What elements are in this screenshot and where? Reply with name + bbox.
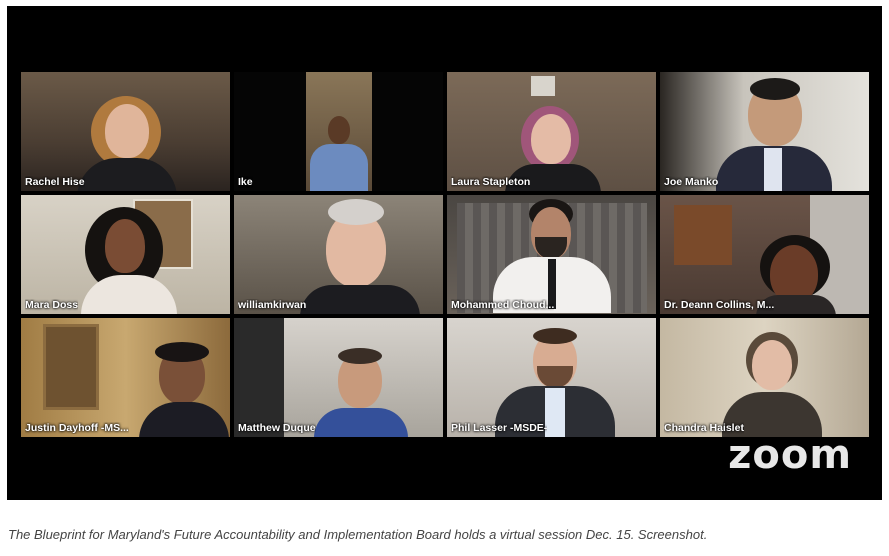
video-tile-mohammed-choud-active-speaker[interactable]: Mohammed Choud...: [447, 195, 656, 314]
video-tile-phil-lasser[interactable]: Phil Lasser -MSDE-: [447, 318, 656, 437]
video-tile-justin-dayhoff[interactable]: Justin Dayhoff -MS...: [21, 318, 230, 437]
video-tile-laura-stapleton[interactable]: Laura Stapleton: [447, 72, 656, 191]
participant-name: Ike: [238, 176, 253, 188]
image-caption: The Blueprint for Maryland's Future Acco…: [8, 527, 708, 542]
video-tile-joe-manko[interactable]: Joe Manko: [660, 72, 869, 191]
video-tile-ike[interactable]: Ike: [234, 72, 443, 191]
participant-name: Dr. Deann Collins, M...: [664, 299, 775, 311]
zoom-meeting-window: Rachel Hise Ike Laura Stapleton Joe Mank…: [7, 6, 882, 500]
video-tile-williamkirwan[interactable]: williamkirwan: [234, 195, 443, 314]
participant-name: Mohammed Choud...: [451, 299, 555, 311]
video-tile-matthew-duque[interactable]: Matthew Duque: [234, 318, 443, 437]
participant-name: Phil Lasser -MSDE-: [451, 422, 548, 434]
video-tile-chandra-haislet[interactable]: Chandra Haislet: [660, 318, 869, 437]
participant-name: Justin Dayhoff -MS...: [25, 422, 129, 434]
video-tile-mara-doss[interactable]: Mara Doss: [21, 195, 230, 314]
video-tile-rachel-hise[interactable]: Rachel Hise: [21, 72, 230, 191]
participant-name: Mara Doss: [25, 299, 79, 311]
participant-name: Joe Manko: [664, 176, 719, 188]
participant-name: Matthew Duque: [238, 422, 316, 434]
zoom-logo: zoom: [728, 432, 852, 478]
gallery-view: Rachel Hise Ike Laura Stapleton Joe Mank…: [21, 72, 869, 437]
video-tile-deann-collins[interactable]: Dr. Deann Collins, M...: [660, 195, 869, 314]
participant-name: williamkirwan: [238, 299, 307, 311]
participant-name: Laura Stapleton: [451, 176, 531, 188]
participant-name: Rachel Hise: [25, 176, 85, 188]
